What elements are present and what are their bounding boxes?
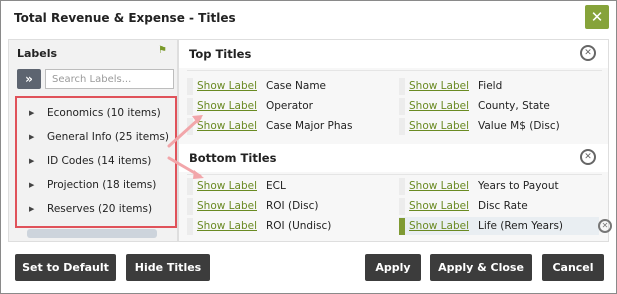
drag-handle[interactable] <box>399 117 405 135</box>
caret-right-icon[interactable]: ▶ <box>29 205 39 213</box>
title-value: Field <box>478 80 503 92</box>
close-circle-icon: ✕ <box>584 151 592 162</box>
double-chevron-right-icon: » <box>25 72 33 86</box>
drag-handle[interactable] <box>399 197 405 215</box>
label-group-text: Reserves (20 items) <box>47 203 153 215</box>
search-labels-input[interactable] <box>45 69 174 89</box>
label-group-reserves[interactable]: ▶ Reserves (20 items) <box>17 197 175 221</box>
label-group-text: Economics (10 items) <box>47 107 161 119</box>
labels-header: Labels <box>17 47 58 60</box>
show-label-link[interactable]: Show Label <box>409 200 469 212</box>
top-titles-header: Top Titles ✕ <box>179 40 608 68</box>
caret-right-icon[interactable]: ▶ <box>29 157 39 165</box>
bottom-titles-header: Bottom Titles ✕ <box>179 144 608 172</box>
label-group-projection[interactable]: ▶ Projection (18 items) <box>17 173 175 197</box>
top-title-row-3-left[interactable]: Show Label Case Major Phas <box>187 117 392 135</box>
arrowhead-bottom <box>193 170 204 179</box>
title-value: Operator <box>266 100 313 112</box>
expand-labels-button[interactable]: » <box>17 69 41 89</box>
show-label-link[interactable]: Show Label <box>197 200 257 212</box>
labels-scrollbar[interactable] <box>27 229 157 238</box>
drag-handle[interactable] <box>187 197 193 215</box>
cancel-button[interactable]: Cancel <box>542 254 604 281</box>
show-label-link[interactable]: Show Label <box>409 220 469 232</box>
pin-icon[interactable]: ⚑ <box>158 45 167 56</box>
show-label-link[interactable]: Show Label <box>197 80 257 92</box>
caret-right-icon[interactable]: ▶ <box>29 181 39 189</box>
bottom-title-row-2-right[interactable]: Show Label Disc Rate <box>399 197 599 215</box>
bottom-title-row-3-left[interactable]: Show Label ROI (Undisc) <box>187 217 392 235</box>
top-title-row-2-right[interactable]: Show Label County, State <box>399 97 599 115</box>
title-value: Years to Payout <box>478 180 559 192</box>
label-group-text: General Info (25 items) <box>47 131 170 143</box>
labels-panel: Labels ⚑ » ▶ Economics (10 items) ▶ Gene… <box>8 39 178 242</box>
titles-dialog: Total Revenue & Expense - Titles ✕ Label… <box>0 0 617 294</box>
label-group-general-info[interactable]: ▶ General Info (25 items) <box>17 125 175 149</box>
title-value: Life (Rem Years) <box>478 220 564 232</box>
close-button[interactable]: ✕ <box>585 5 609 29</box>
show-label-link[interactable]: Show Label <box>409 120 469 132</box>
drag-handle[interactable] <box>399 217 405 235</box>
drag-handle[interactable] <box>399 97 405 115</box>
remove-title-button[interactable]: ✕ <box>598 219 612 233</box>
top-title-row-1-left[interactable]: Show Label Case Name <box>187 77 392 95</box>
close-circle-icon: ✕ <box>584 47 592 58</box>
title-value: Value M$ (Disc) <box>478 120 560 132</box>
arrow-to-top-titles <box>167 116 202 148</box>
drag-handle[interactable] <box>187 77 193 95</box>
title-value: Disc Rate <box>478 200 528 212</box>
top-title-row-3-right[interactable]: Show Label Value M$ (Disc) <box>399 117 599 135</box>
set-to-default-button[interactable]: Set to Default <box>15 254 116 281</box>
clear-bottom-titles-button[interactable]: ✕ <box>580 149 596 165</box>
top-titles-rows: Show Label Case Name Show Label Field Sh… <box>187 70 602 140</box>
dialog-title: Total Revenue & Expense - Titles <box>14 11 236 25</box>
title-value: Case Major Phas <box>266 120 353 132</box>
annotation-arrows <box>167 115 204 179</box>
caret-right-icon[interactable]: ▶ <box>29 109 39 117</box>
show-label-link[interactable]: Show Label <box>197 180 257 192</box>
apply-and-close-button[interactable]: Apply & Close <box>430 254 532 281</box>
bottom-title-row-3-right[interactable]: Show Label Life (Rem Years) <box>399 217 599 235</box>
bottom-title-row-2-left[interactable]: Show Label ROI (Disc) <box>187 197 392 215</box>
show-label-link[interactable]: Show Label <box>409 100 469 112</box>
show-label-link[interactable]: Show Label <box>197 100 257 112</box>
close-circle-icon: ✕ <box>601 221 609 230</box>
title-value: County, State <box>478 100 550 112</box>
titles-panel: Top Titles ✕ Show Label Case Name Show L… <box>178 39 612 242</box>
show-label-link[interactable]: Show Label <box>409 180 469 192</box>
drag-handle[interactable] <box>399 177 405 195</box>
label-group-economics[interactable]: ▶ Economics (10 items) <box>17 101 175 125</box>
drag-handle[interactable] <box>187 217 193 235</box>
clear-top-titles-button[interactable]: ✕ <box>580 45 596 61</box>
show-label-link[interactable]: Show Label <box>197 220 257 232</box>
label-group-text: Projection (18 items) <box>47 179 157 191</box>
top-title-row-2-left[interactable]: Show Label Operator <box>187 97 392 115</box>
label-group-id-codes[interactable]: ▶ ID Codes (14 items) <box>17 149 175 173</box>
bottom-title-row-1-left[interactable]: Show Label ECL <box>187 177 392 195</box>
caret-right-icon[interactable]: ▶ <box>29 133 39 141</box>
drag-handle[interactable] <box>399 77 405 95</box>
top-title-row-1-right[interactable]: Show Label Field <box>399 77 599 95</box>
top-titles-title: Top Titles <box>189 47 252 61</box>
labels-tree: ▶ Economics (10 items) ▶ General Info (2… <box>15 96 177 228</box>
title-value: ROI (Disc) <box>266 200 319 212</box>
show-label-link[interactable]: Show Label <box>409 80 469 92</box>
close-icon: ✕ <box>590 8 604 26</box>
show-label-link[interactable]: Show Label <box>197 120 257 132</box>
label-group-text: ID Codes (14 items) <box>47 155 152 167</box>
title-value: Case Name <box>266 80 327 92</box>
title-value: ROI (Undisc) <box>266 220 332 232</box>
hide-titles-button[interactable]: Hide Titles <box>126 254 210 281</box>
bottom-title-row-1-right[interactable]: Show Label Years to Payout <box>399 177 599 195</box>
title-value: ECL <box>266 180 286 192</box>
bottom-titles-rows: Show Label ECL Show Label Years to Payou… <box>187 174 612 240</box>
apply-button[interactable]: Apply <box>365 254 421 281</box>
